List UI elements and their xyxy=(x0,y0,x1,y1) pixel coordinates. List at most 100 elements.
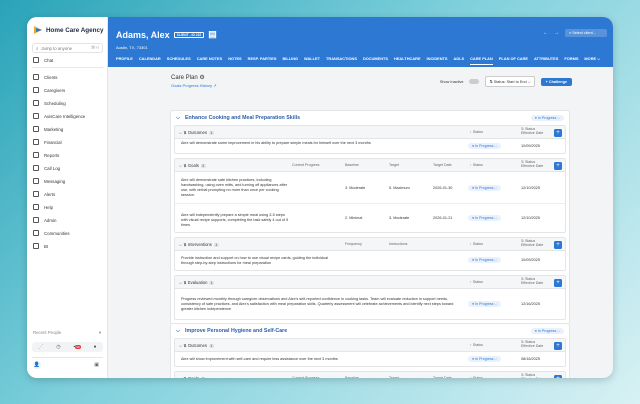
tab-healthcare[interactable]: HEALTHCARE xyxy=(394,56,421,65)
section-header[interactable]: ⌵ Improve Personal Hygiene and Self-Care ●… xyxy=(171,324,569,338)
column-status[interactable]: ↑ Status xyxy=(470,343,483,347)
add-evaluation-button[interactable]: + xyxy=(554,278,562,287)
tab-transactions[interactable]: TRANSACTIONS xyxy=(326,56,357,65)
tab-care-plan[interactable]: CARE PLAN xyxy=(470,56,493,65)
status-sort-select[interactable]: ⇅ Status: Start to End ⌵ xyxy=(485,76,535,87)
page-title: Care Plan ⚙ xyxy=(171,74,205,81)
panel-label: ⇅ Outcomes xyxy=(183,342,207,348)
tab-schedules[interactable]: SCHEDULES xyxy=(167,56,191,65)
sidebar-item-communities[interactable]: Communities xyxy=(33,230,70,236)
status-dropdown[interactable]: ● In Progress ⌵ xyxy=(468,214,502,221)
sidebar-item-chat[interactable]: Chat xyxy=(33,57,53,63)
column-eff[interactable]: ⇅ Status Effective Date xyxy=(521,278,545,285)
user-avatar[interactable]: 👤 xyxy=(33,361,41,369)
goals-header: ⌵ ⇅ Goals2 Current Progress Baseline Target… xyxy=(175,159,565,172)
clipboard-icon[interactable]: ▣ xyxy=(94,362,99,368)
tab-attributes[interactable]: ATTRIBUTES xyxy=(534,56,558,65)
back-arrow-icon[interactable]: ← xyxy=(543,30,548,36)
status-dropdown[interactable]: ● In Progress ⌵ xyxy=(468,355,502,362)
column-status[interactable]: ↑ Status xyxy=(470,376,483,378)
tab-incidents[interactable]: INCIDENTS xyxy=(427,56,448,65)
select-client-input[interactable]: ⌕ Select client... xyxy=(565,29,607,37)
tab-notes[interactable]: NOTES xyxy=(228,56,241,65)
notifications-icon[interactable]: ▪99 xyxy=(74,344,81,350)
sidebar-item-caregivers[interactable]: Caregivers xyxy=(33,87,65,93)
sidebar-item-reports[interactable]: Reports xyxy=(33,152,59,158)
sidebar-item-financial[interactable]: Financial xyxy=(33,139,62,145)
goals-title[interactable]: ⌵ ⇅ Goals2 xyxy=(179,163,206,168)
column-eff[interactable]: ⇅ Status Effective Date xyxy=(521,240,545,247)
chevron-down-icon[interactable]: ⌵ xyxy=(176,115,180,122)
settings-icon[interactable]: ⚙ xyxy=(199,75,204,81)
goals-progress-history-link[interactable]: Goals Progress History ↗ xyxy=(171,83,217,88)
column-eff[interactable]: ⇅ Status Effective Date xyxy=(521,374,545,378)
status-dropdown[interactable]: ● In Progress ⌵ xyxy=(468,142,502,149)
label: Admin xyxy=(44,217,57,223)
section-header[interactable]: ⌵ Enhance Cooking and Meal Preparation Sk… xyxy=(171,111,569,125)
tab-documents[interactable]: DOCUMENTS xyxy=(363,56,388,65)
sidebar-item-alerts[interactable]: Alerts xyxy=(33,191,55,197)
column-eff[interactable]: ⇅ Status Effective Date xyxy=(521,341,545,348)
status-dropdown[interactable]: ● In Progress ⌵ xyxy=(468,184,502,191)
panel-label: ⇅ Goals xyxy=(183,162,199,168)
tab-wallet[interactable]: WALLET xyxy=(304,56,320,65)
sidebar-item-help[interactable]: Help xyxy=(33,204,53,210)
recent-people-toggle[interactable]: Recent People ▾ xyxy=(33,330,101,336)
tab-more-[interactable]: MORE ⌵ xyxy=(584,56,600,65)
status-effective-date: 08/16/2025 xyxy=(521,356,541,361)
share-icon[interactable]: ⋰ xyxy=(38,344,43,350)
evaluation-header: ⌵ ⇅ Evaluation 1 ↑ Status ⇅ Status Effectiv… xyxy=(175,276,565,289)
sidebar-item-bi[interactable]: BI xyxy=(33,243,48,249)
column-eff[interactable]: ⇅ Status Effective Date xyxy=(521,161,545,168)
logo-icon xyxy=(34,26,42,34)
outcomes-title[interactable]: ⌵ ⇅ Outcomes 1 xyxy=(179,130,214,135)
add-goals-button[interactable]: + xyxy=(554,374,562,378)
tab-profile[interactable]: PROFILE xyxy=(116,56,133,65)
add-challenge-button[interactable]: + Challenge xyxy=(540,77,572,86)
count-badge: 2 xyxy=(200,163,206,168)
tab-billing[interactable]: BILLING xyxy=(282,56,298,65)
interventions-title[interactable]: ⌵ ⇅ Interventions 1 xyxy=(179,242,219,247)
sidebar-item-intelligence[interactable]: AxisCare Intelligence xyxy=(33,113,85,119)
column-status[interactable]: ↑ Status xyxy=(470,130,483,134)
count-badge: 1 xyxy=(213,242,219,247)
status-dropdown[interactable]: ● In Progress ⌵ xyxy=(468,257,502,263)
tab-calendar[interactable]: CALENDAR xyxy=(139,56,161,65)
section-status-dropdown[interactable]: ● In Progress ⌵ xyxy=(530,115,564,121)
sidebar-item-scheduling[interactable]: Scheduling xyxy=(33,100,66,106)
tab-adls[interactable]: ADLS xyxy=(454,56,465,65)
column-status[interactable]: ↑ Status xyxy=(470,280,483,284)
column-status[interactable]: ↑ Status xyxy=(470,163,483,167)
add-outcomes-button[interactable]: + xyxy=(554,341,562,350)
sidebar-item-call-log[interactable]: Call Log xyxy=(33,165,60,171)
chevron-down-icon[interactable]: ⌵ xyxy=(176,328,180,335)
evaluation-title[interactable]: ⌵ ⇅ Evaluation 1 xyxy=(179,280,215,285)
sidebar-item-messaging[interactable]: Messaging xyxy=(33,178,65,184)
clock-icon[interactable]: ◷ xyxy=(56,344,60,350)
add-interventions-button[interactable]: + xyxy=(554,240,562,249)
tab-forms[interactable]: FORMS xyxy=(564,56,578,65)
sidebar-item-marketing[interactable]: Marketing xyxy=(33,126,63,132)
add-goals-button[interactable]: + xyxy=(554,161,562,170)
tab-plan-of-care[interactable]: PLAN OF CARE xyxy=(499,56,528,65)
show-inactive-toggle[interactable] xyxy=(469,79,480,84)
section-status-dropdown[interactable]: ● In Progress ⌵ xyxy=(530,328,564,334)
goals-title[interactable]: ⌵ ⇅ Goals2 xyxy=(179,376,206,378)
search-input[interactable]: ⌕ Jump to anyone ⌘+/ xyxy=(32,43,103,53)
sidebar-item-clients[interactable]: Clients xyxy=(33,74,57,80)
globe-icon[interactable]: ● xyxy=(94,344,97,350)
status-effective-date: 10/09/2025 xyxy=(521,143,541,148)
outcomes-title[interactable]: ⌵ ⇅ Outcomes 1 xyxy=(179,343,214,348)
column-eff[interactable]: ⇅ Status Effective Date xyxy=(521,128,545,135)
add-outcomes-button[interactable]: + xyxy=(554,128,562,137)
status-dropdown[interactable]: ● In Progress ⌵ xyxy=(468,300,502,307)
document-icon[interactable]: ▤ xyxy=(208,29,217,40)
tab-care-notes[interactable]: CARE NOTES xyxy=(197,56,223,65)
sidebar-item-admin[interactable]: Admin xyxy=(33,217,56,223)
goals-panel: ⌵ ⇅ Goals2 Current Progress Baseline Target… xyxy=(174,158,566,233)
row-baseline: 2. Minimal xyxy=(345,215,363,220)
tab-resp-parties[interactable]: RESP. PARTIES xyxy=(248,56,277,65)
search-icon: ⌕ xyxy=(36,45,39,51)
forward-arrow-icon[interactable]: → xyxy=(554,30,559,36)
column-status[interactable]: ↑ Status xyxy=(470,242,483,246)
